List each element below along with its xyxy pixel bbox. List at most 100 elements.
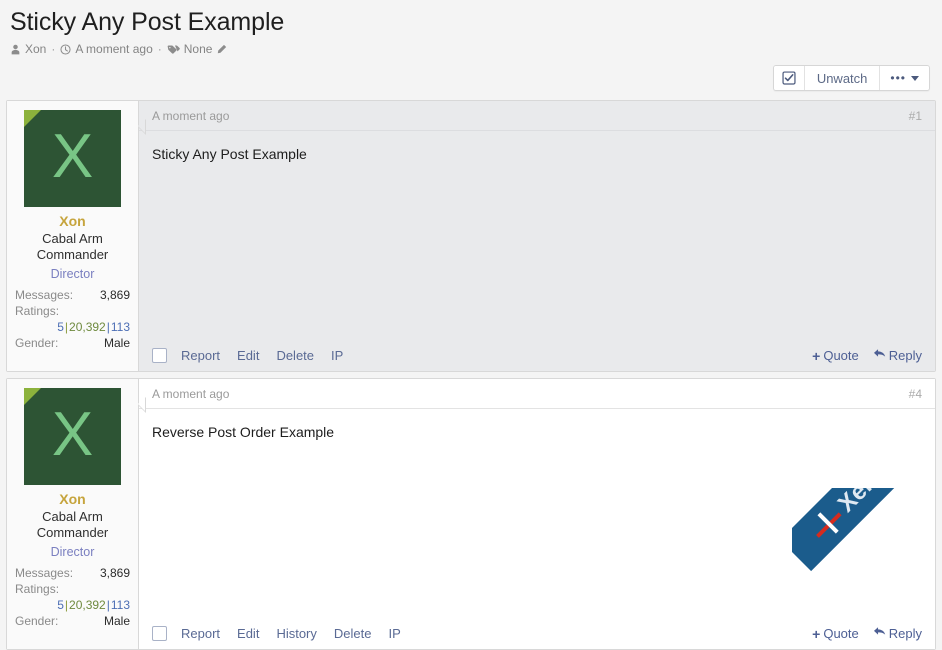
- ellipsis-icon: •••: [890, 71, 906, 85]
- delete-link[interactable]: Delete: [334, 626, 372, 641]
- ratings-values: 5|20,392|113: [15, 597, 130, 613]
- post-select-checkbox[interactable]: [152, 348, 167, 363]
- plus-icon: +: [812, 627, 820, 641]
- rating-2[interactable]: 20,392: [69, 598, 106, 612]
- reply-button[interactable]: Reply: [873, 348, 922, 363]
- post-username[interactable]: Xon: [15, 491, 130, 508]
- edit-link[interactable]: Edit: [237, 348, 259, 363]
- stat-gender: Gender: Male: [15, 335, 130, 351]
- post-number[interactable]: #1: [909, 109, 922, 123]
- quote-label: Quote: [823, 348, 858, 363]
- meta-separator-2: ·: [158, 41, 162, 57]
- post-user-banner: Director: [15, 544, 130, 561]
- post-item: X Xon Cabal Arm Commander Director Messa…: [6, 100, 936, 372]
- post-pointer-icon: [138, 119, 145, 133]
- gender-label: Gender:: [15, 335, 58, 351]
- reply-button[interactable]: Reply: [873, 626, 922, 641]
- thread-actions-bar: Unwatch •••: [0, 57, 942, 91]
- post-pointer-icon: [138, 397, 145, 411]
- stat-messages: Messages: 3,869: [15, 565, 130, 581]
- thread-time: A moment ago: [75, 41, 152, 57]
- post-main: A moment ago #1 Sticky Any Post Example …: [139, 101, 935, 371]
- clock-icon: [60, 44, 71, 55]
- ratings-values: 5|20,392|113: [15, 319, 130, 335]
- plus-icon: +: [812, 349, 820, 363]
- post-body: Sticky Any Post Example: [139, 131, 935, 342]
- meta-separator-1: ·: [51, 41, 55, 57]
- post-list: X Xon Cabal Arm Commander Director Messa…: [6, 100, 936, 650]
- reply-arrow-icon: [873, 626, 886, 641]
- post-user-panel: X Xon Cabal Arm Commander Director Messa…: [7, 101, 139, 371]
- messages-value: 3,869: [100, 565, 130, 581]
- post-select-checkbox[interactable]: [152, 626, 167, 641]
- ip-link[interactable]: IP: [388, 626, 400, 641]
- rating-3[interactable]: 113: [111, 598, 130, 612]
- reply-label: Reply: [889, 626, 922, 641]
- staff-corner-icon: [24, 388, 41, 405]
- rating-1[interactable]: 5: [57, 320, 64, 334]
- avatar-wrap: X: [15, 388, 130, 485]
- report-link[interactable]: Report: [181, 348, 220, 363]
- rating-2[interactable]: 20,392: [69, 320, 106, 334]
- pencil-icon[interactable]: [216, 44, 227, 55]
- avatar[interactable]: X: [24, 110, 121, 207]
- rating-1[interactable]: 5: [57, 598, 64, 612]
- post-footer-right: + Quote Reply: [812, 348, 922, 363]
- thread-author[interactable]: Xon: [25, 41, 46, 57]
- post-date[interactable]: A moment ago: [152, 109, 229, 123]
- post-user-title: Cabal Arm Commander: [15, 509, 130, 541]
- post-date[interactable]: A moment ago: [152, 387, 229, 401]
- thread-meta: Xon · A moment ago · None: [10, 41, 932, 57]
- stat-ratings: Ratings:: [15, 581, 130, 597]
- post-footer: Report Edit History Delete IP + Quote: [139, 620, 935, 649]
- quote-label: Quote: [823, 626, 858, 641]
- stat-messages: Messages: 3,869: [15, 287, 130, 303]
- gender-value: Male: [104, 613, 130, 629]
- post-user-stats: Messages: 3,869 Ratings: 5|20,392|113 Ge…: [15, 565, 130, 629]
- messages-label: Messages:: [15, 565, 73, 581]
- quote-button[interactable]: + Quote: [812, 348, 859, 363]
- ratings-label: Ratings:: [15, 303, 59, 319]
- watch-checkbox-button[interactable]: [774, 66, 805, 90]
- history-link[interactable]: History: [276, 626, 316, 641]
- user-icon: [10, 44, 21, 55]
- edit-link[interactable]: Edit: [237, 626, 259, 641]
- post-user-stats: Messages: 3,869 Ratings: 5|20,392|113 Ge…: [15, 287, 130, 351]
- rating-3[interactable]: 113: [111, 320, 130, 334]
- avatar[interactable]: X: [24, 388, 121, 485]
- messages-label: Messages:: [15, 287, 73, 303]
- staff-corner-icon: [24, 110, 41, 127]
- ratings-label: Ratings:: [15, 581, 59, 597]
- avatar-wrap: X: [15, 110, 130, 207]
- post-body: Reverse Post Order Example: [139, 409, 935, 620]
- avatar-letter: X: [52, 404, 93, 466]
- avatar-letter: X: [52, 126, 93, 188]
- reply-label: Reply: [889, 348, 922, 363]
- tag-icon: [167, 44, 180, 55]
- stat-ratings: Ratings:: [15, 303, 130, 319]
- ip-link[interactable]: IP: [331, 348, 343, 363]
- post-user-banner: Director: [15, 266, 130, 283]
- more-options-button[interactable]: •••: [880, 66, 929, 90]
- chevron-down-icon: [911, 76, 919, 81]
- watch-button-group: Unwatch •••: [773, 65, 930, 91]
- post-user-panel: X Xon Cabal Arm Commander Director Messa…: [7, 379, 139, 649]
- post-header: A moment ago #4: [139, 379, 935, 409]
- post-number[interactable]: #4: [909, 387, 922, 401]
- post-footer: Report Edit Delete IP + Quote Reply: [139, 342, 935, 371]
- delete-link[interactable]: Delete: [276, 348, 314, 363]
- unwatch-button[interactable]: Unwatch: [805, 66, 881, 90]
- gender-label: Gender:: [15, 613, 58, 629]
- thread-tags[interactable]: None: [184, 41, 213, 57]
- gender-value: Male: [104, 335, 130, 351]
- quote-button[interactable]: + Quote: [812, 626, 859, 641]
- post-main: A moment ago #4 Reverse Post Order Examp…: [139, 379, 935, 649]
- thread-title-block: Sticky Any Post Example Xon · A moment a…: [0, 0, 942, 57]
- report-link[interactable]: Report: [181, 626, 220, 641]
- post-header: A moment ago #1: [139, 101, 935, 131]
- post-username[interactable]: Xon: [15, 213, 130, 230]
- post-user-title: Cabal Arm Commander: [15, 231, 130, 263]
- post-footer-left: Report Edit Delete IP: [152, 348, 343, 363]
- post-item: X Xon Cabal Arm Commander Director Messa…: [6, 378, 936, 650]
- stat-gender: Gender: Male: [15, 613, 130, 629]
